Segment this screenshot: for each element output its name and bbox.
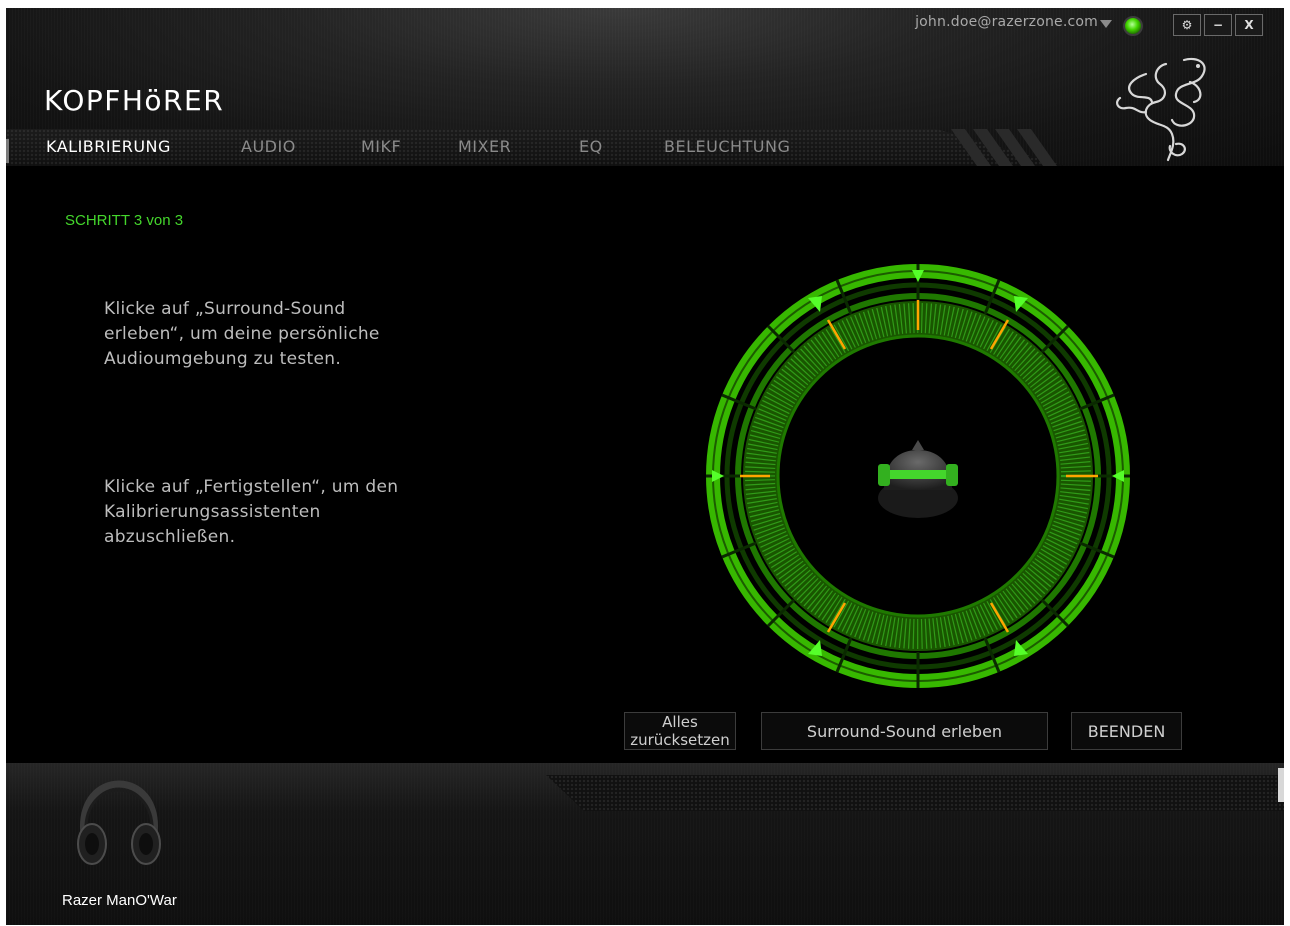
online-status-icon	[1123, 16, 1143, 36]
finish-button[interactable]: BEENDEN	[1071, 712, 1182, 750]
tab-beleuchtung[interactable]: BELEUCHTUNG	[664, 137, 790, 156]
device-name: Razer ManO'War	[62, 892, 177, 909]
instruction-finish: Klicke auf „Fertigstellen“, um den Kalib…	[104, 477, 399, 547]
window-controls: ⚙ − X	[1173, 14, 1263, 36]
page-title: KOPFHöRER	[44, 84, 225, 117]
side-handle[interactable]	[1278, 768, 1284, 802]
headset-icon[interactable]	[74, 778, 164, 870]
account-dropdown-icon[interactable]	[1100, 20, 1112, 28]
tab-audio[interactable]: AUDIO	[241, 137, 296, 156]
surround-calibration-ring[interactable]	[706, 264, 1130, 688]
tabbar-stripes	[951, 129, 1057, 166]
footer-band	[546, 775, 1284, 811]
tab-indicator	[6, 139, 9, 163]
settings-button[interactable]: ⚙	[1173, 14, 1201, 36]
minimize-button[interactable]: −	[1204, 14, 1232, 36]
tab-mixer[interactable]: MIXER	[458, 137, 511, 156]
app-window: john.doe@razerzone.com ⚙ − X KOPFHöRER K…	[6, 8, 1284, 925]
razer-logo-icon	[1116, 57, 1206, 162]
surround-sound-button[interactable]: Surround-Sound erleben	[761, 712, 1048, 750]
account-email[interactable]: john.doe@razerzone.com	[915, 14, 1098, 30]
reset-button[interactable]: Alles zurücksetzen	[624, 712, 736, 750]
step-indicator: SCHRITT 3 von 3	[65, 212, 184, 229]
instruction-surround: Klicke auf „Surround-Sound erleben“, um …	[104, 299, 380, 369]
tab-mikrofon[interactable]: MIKF	[361, 137, 401, 156]
tab-eq[interactable]: EQ	[579, 137, 603, 156]
tab-kalibrierung[interactable]: KALIBRIERUNG	[46, 137, 171, 156]
listener-head-icon	[878, 440, 958, 518]
close-button[interactable]: X	[1235, 14, 1263, 36]
